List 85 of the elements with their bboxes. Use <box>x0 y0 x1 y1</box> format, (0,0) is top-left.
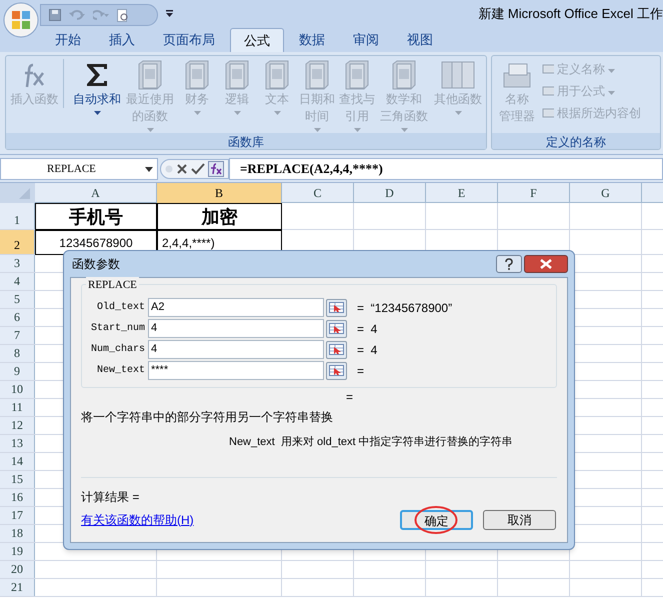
field-label: Start_num <box>90 322 146 336</box>
row-header[interactable]: 14 <box>0 453 35 470</box>
formula-field[interactable]: =REPLACE(A2,4,4,****) <box>229 158 663 180</box>
question-mark-icon <box>505 258 513 270</box>
range-select-icon <box>329 344 344 355</box>
table-cell[interactable]: 手机号 <box>35 203 157 230</box>
dialog-title: 函数参数 <box>71 256 120 273</box>
row-header[interactable]: 6 <box>0 309 35 326</box>
row-header[interactable]: 8 <box>0 345 35 362</box>
result-text: = <box>346 389 354 406</box>
row-header[interactable]: 21 <box>0 579 35 596</box>
argument-description: New_text 用来对 old_text 中指定字符串进行替换的字符串 <box>229 434 514 450</box>
row-header[interactable]: 10 <box>0 381 35 398</box>
row-header[interactable]: 4 <box>0 273 35 290</box>
row-header[interactable]: 18 <box>0 525 35 542</box>
row-header[interactable]: 20 <box>0 561 35 578</box>
insert-function-icon <box>208 161 224 177</box>
range-select-icon <box>329 365 344 376</box>
undo-icon <box>69 9 85 21</box>
window-title: 新建 Microsoft Office Excel 工作 <box>478 5 663 24</box>
row-header[interactable]: 13 <box>0 435 35 452</box>
group-label: 函数库 <box>6 133 486 149</box>
collapse-dialog-button[interactable] <box>326 362 347 380</box>
help-link[interactable]: 有关该函数的帮助(H) <box>81 510 194 528</box>
print-preview-icon <box>117 8 129 22</box>
row-header[interactable]: 19 <box>0 543 35 560</box>
save-icon <box>49 9 61 21</box>
row-header[interactable]: 3 <box>0 255 35 272</box>
cancel-icon <box>176 163 188 175</box>
select-all-icon <box>0 183 35 203</box>
column-header[interactable]: F <box>498 183 570 203</box>
column-header[interactable]: B <box>157 183 282 203</box>
column-header[interactable]: D <box>354 183 426 203</box>
calculation-result: 计算结果 = <box>81 488 140 506</box>
row-header[interactable]: 1 <box>0 203 35 229</box>
function-description: 将一个字符串中的部分字符用另一个字符串替换 <box>81 409 334 426</box>
input-field[interactable]: 4 <box>148 340 324 359</box>
result-text: = “12345678900” <box>357 300 452 316</box>
ribbon-button[interactable]: 自动求和 <box>72 59 122 115</box>
column-header[interactable]: C <box>282 183 354 203</box>
result-text: = 4 <box>357 342 378 358</box>
result-text: = 4 <box>357 320 378 338</box>
dialog-button[interactable]: 确定 <box>400 510 473 530</box>
collapse-dialog-button[interactable] <box>326 298 347 316</box>
input-field[interactable]: **** <box>148 361 324 380</box>
group-label: 定义的名称 <box>492 133 660 149</box>
dropdown-icon <box>145 166 153 172</box>
row-header[interactable]: 7 <box>0 327 35 344</box>
ribbon-tab[interactable]: 数据 <box>286 28 338 52</box>
range-select-icon <box>329 302 344 313</box>
row-header[interactable]: 11 <box>0 399 35 416</box>
row-header[interactable]: 17 <box>0 507 35 524</box>
dialog-button[interactable]: 取消 <box>483 510 556 530</box>
result-text: = <box>357 362 364 380</box>
help-button[interactable] <box>496 255 522 273</box>
row-header[interactable]: 9 <box>0 363 35 380</box>
ribbon-tab[interactable]: 开始 <box>42 28 94 52</box>
ribbon-tab[interactable]: 页面布局 <box>150 28 228 52</box>
circle-icon <box>165 165 173 173</box>
column-header[interactable]: G <box>570 183 642 203</box>
row-header[interactable]: 16 <box>0 489 35 506</box>
field-label: Num_chars <box>90 342 146 357</box>
close-icon <box>540 259 552 269</box>
ribbon-tab[interactable]: 公式 <box>230 28 284 52</box>
ribbon-tab[interactable]: 审阅 <box>340 28 392 52</box>
row-header[interactable]: 12 <box>0 417 35 434</box>
input-field[interactable]: 4 <box>148 319 324 338</box>
close-button[interactable] <box>524 255 568 273</box>
customize-toolbar-icon <box>166 10 174 18</box>
redo-icon <box>93 9 109 21</box>
field-label: New_text <box>96 364 146 378</box>
range-select-icon <box>329 323 344 334</box>
enter-icon <box>191 163 205 175</box>
input-field[interactable]: A2 <box>148 298 324 317</box>
field-label: Old_text <box>96 300 146 315</box>
row-header[interactable]: 15 <box>0 471 35 488</box>
name-box[interactable]: REPLACE <box>0 158 158 180</box>
collapse-dialog-button[interactable] <box>326 320 347 338</box>
row-header[interactable]: 5 <box>0 291 35 308</box>
collapse-dialog-button[interactable] <box>326 340 347 358</box>
ribbon-tab[interactable]: 插入 <box>96 28 148 52</box>
column-header[interactable]: E <box>426 183 498 203</box>
table-cell[interactable]: 加密 <box>157 203 282 230</box>
ribbon-tab[interactable]: 视图 <box>394 28 446 52</box>
row-header[interactable]: 2 <box>0 230 35 254</box>
